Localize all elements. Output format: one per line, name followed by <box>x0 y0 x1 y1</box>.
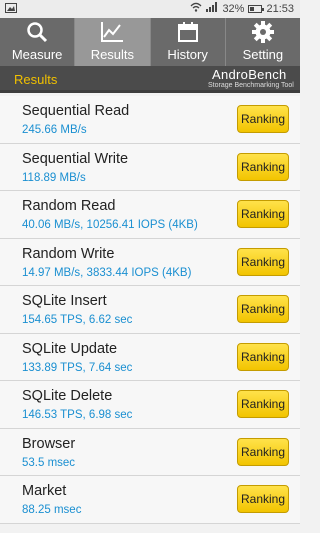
result-name: SQLite Delete <box>22 388 113 404</box>
logo-tagline: Storage Benchmarking Tool <box>208 82 294 89</box>
ranking-button[interactable]: Ranking <box>237 247 289 276</box>
ranking-button[interactable]: Ranking <box>237 437 289 466</box>
logo-brand: AndroBench <box>212 67 287 82</box>
result-name: Market <box>22 483 67 499</box>
status-bar: 32% 21:53 <box>0 0 300 18</box>
search-icon <box>26 21 48 43</box>
signal-icon <box>206 2 218 15</box>
result-row-browser: Browser 53.5 msec Ranking <box>0 428 300 476</box>
tab-label: Measure <box>11 47 63 62</box>
tab-setting[interactable]: Setting <box>226 18 300 66</box>
tab-measure[interactable]: Measure <box>0 18 76 66</box>
result-value: 245.66 MB/s <box>22 124 87 136</box>
result-row-sqlite-insert: SQLite Insert 154.65 TPS, 6.62 sec Ranki… <box>0 286 300 334</box>
ranking-button[interactable]: Ranking <box>237 152 289 181</box>
battery-icon <box>248 4 265 13</box>
chart-icon <box>100 21 124 43</box>
result-name: Random Write <box>22 245 115 262</box>
calendar-icon <box>177 21 199 43</box>
ranking-button[interactable]: Ranking <box>237 105 289 133</box>
image-notification-icon <box>5 3 17 16</box>
result-value: 133.89 TPS, 7.64 sec <box>22 361 133 374</box>
gear-icon <box>251 21 274 43</box>
result-value: 118.89 MB/s <box>22 171 86 184</box>
result-name: SQLite Insert <box>22 293 107 309</box>
result-row-sqlite-delete: SQLite Delete 146.53 TPS, 6.98 sec Ranki… <box>0 381 300 429</box>
result-value: 88.25 msec <box>22 504 82 516</box>
ranking-button[interactable]: Ranking <box>237 485 289 513</box>
androbench-logo: AndroBench Storage Benchmarking Tool <box>204 67 296 91</box>
tab-bar: Measure Results History Setting <box>0 18 300 66</box>
ranking-button[interactable]: Ranking <box>237 295 289 323</box>
battery-percent: 32% <box>222 2 245 15</box>
tab-label: Setting <box>242 47 284 62</box>
tab-history[interactable]: History <box>151 18 226 66</box>
tab-label: Results <box>90 47 135 62</box>
result-value: 154.65 TPS, 6.62 sec <box>22 314 133 326</box>
ranking-button[interactable]: Ranking <box>237 342 289 371</box>
result-row-random-read: Random Read 40.06 MB/s, 10256.41 IOPS (4… <box>0 191 300 239</box>
wifi-icon <box>190 2 202 15</box>
result-name: SQLite Update <box>22 340 118 357</box>
ranking-button[interactable]: Ranking <box>237 390 289 418</box>
result-value: 14.97 MB/s, 3833.44 IOPS (4KB) <box>22 266 192 279</box>
result-value: 53.5 msec <box>22 456 76 469</box>
result-row-market: Market 88.25 msec Ranking <box>0 476 300 524</box>
results-list: Sequential Read 245.66 MB/s Ranking Sequ… <box>0 96 300 524</box>
result-row-random-write: Random Write 14.97 MB/s, 3833.44 IOPS (4… <box>0 238 300 286</box>
result-value: 40.06 MB/s, 10256.41 IOPS (4KB) <box>22 219 198 231</box>
result-name: Sequential Write <box>22 150 129 167</box>
tab-results[interactable]: Results <box>75 18 151 66</box>
tab-label: History <box>167 47 208 62</box>
result-row-sqlite-update: SQLite Update 133.89 TPS, 7.64 sec Ranki… <box>0 333 300 381</box>
result-name: Sequential Read <box>22 103 130 119</box>
result-value: 146.53 TPS, 6.98 sec <box>22 409 133 421</box>
result-row-sequential-write: Sequential Write 118.89 MB/s Ranking <box>0 143 300 191</box>
result-row-sequential-read: Sequential Read 245.66 MB/s Ranking <box>0 96 300 144</box>
clock: 21:53 <box>266 2 294 15</box>
ranking-button[interactable]: Ranking <box>237 200 289 228</box>
result-name: Random Read <box>22 198 116 214</box>
results-header: Results AndroBench Storage Benchmarking … <box>0 66 300 93</box>
page-title: Results <box>14 72 58 87</box>
result-name: Browser <box>22 435 76 452</box>
